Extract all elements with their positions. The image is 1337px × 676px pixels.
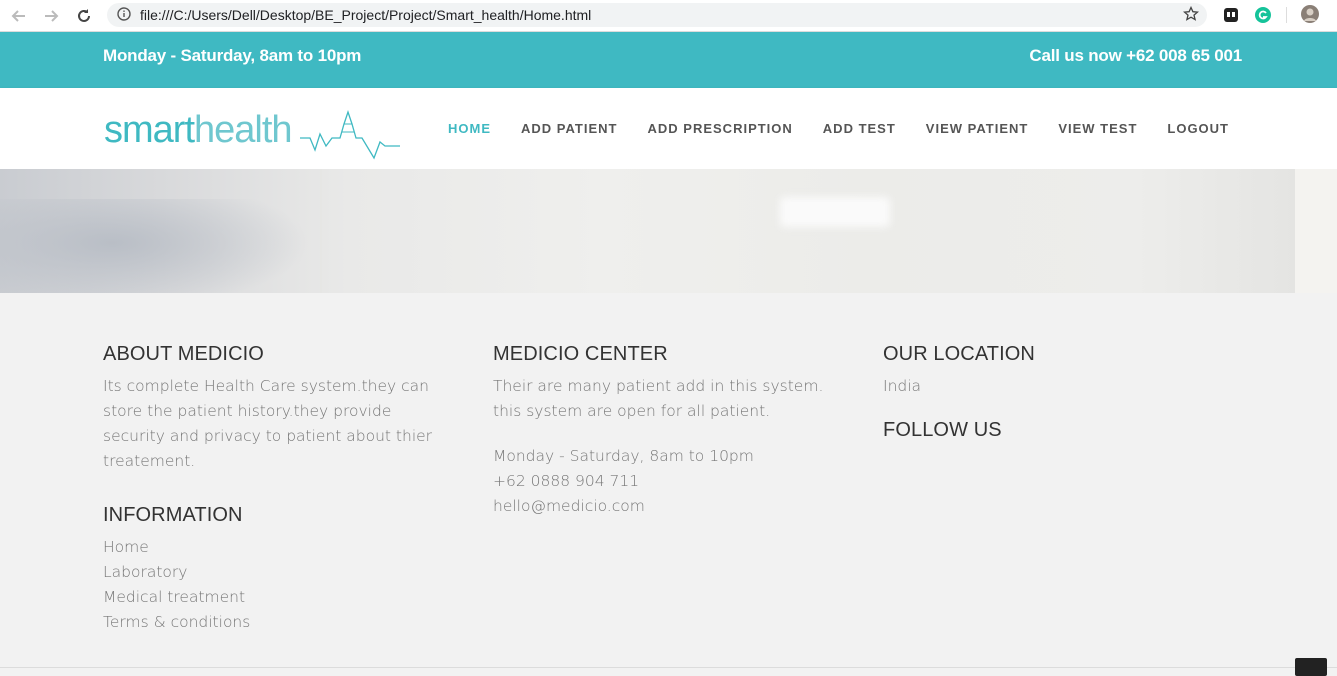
top-info-bar: Monday - Saturday, 8am to 10pm Call us n…: [0, 32, 1337, 88]
footer-link-home[interactable]: Home: [103, 538, 149, 556]
footer-about-column: ABOUT MEDICIO Its complete Health Care s…: [103, 343, 453, 635]
nav-view-patient[interactable]: VIEW PATIENT: [926, 121, 1029, 136]
profile-avatar[interactable]: [1300, 4, 1320, 24]
list-item: Terms & conditions: [103, 610, 453, 635]
nav-logout[interactable]: LOGOUT: [1167, 121, 1229, 136]
footer-location-column: OUR LOCATION India FOLLOW US: [883, 343, 1233, 450]
center-hours: Monday - Saturday, 8am to 10pm: [493, 447, 754, 465]
call-us-phone[interactable]: Call us now +62 008 65 001: [1029, 46, 1242, 66]
information-heading: INFORMATION: [103, 504, 243, 526]
logo-wordmark: smarthealth: [104, 109, 293, 151]
grammarly-icon[interactable]: [1254, 6, 1272, 24]
about-text: Its complete Health Care system.they can…: [103, 377, 433, 470]
smarthealth-logo[interactable]: smarthealth: [104, 108, 404, 168]
list-item: Laboratory: [103, 560, 453, 585]
info-icon[interactable]: [117, 7, 131, 26]
footer-link-medical-treatment[interactable]: Medical treatment: [103, 588, 245, 606]
url-text[interactable]: file:///C:/Users/Dell/Desktop/BE_Project…: [140, 7, 591, 23]
footer-link-terms[interactable]: Terms & conditions: [103, 613, 250, 631]
browser-toolbar: file:///C:/Users/Dell/Desktop/BE_Project…: [0, 0, 1337, 32]
center-phone[interactable]: +62 0888 904 711: [493, 469, 843, 494]
nav-view-test[interactable]: VIEW TEST: [1058, 121, 1137, 136]
extension-icon[interactable]: [1222, 6, 1240, 24]
footer-link-laboratory[interactable]: Laboratory: [103, 563, 187, 581]
about-heading: ABOUT MEDICIO: [103, 343, 264, 365]
location-heading: OUR LOCATION: [883, 343, 1035, 365]
list-item: Medical treatment: [103, 585, 453, 610]
nav-add-test[interactable]: ADD TEST: [823, 121, 896, 136]
information-links: Home Laboratory Medical treatment Terms …: [103, 535, 453, 635]
location-text: India: [883, 377, 922, 395]
back-to-top-button[interactable]: [1295, 658, 1327, 676]
center-email[interactable]: hello@medicio.com: [493, 494, 843, 519]
footer-divider: [0, 667, 1337, 668]
center-text: Their are many patient add in this syste…: [493, 377, 824, 420]
main-navbar: smarthealth HOME ADD PATIENT ADD PRESCRI…: [0, 88, 1337, 169]
nav-home[interactable]: HOME: [448, 121, 491, 136]
star-icon[interactable]: [1182, 5, 1200, 27]
heartbeat-tower-icon: [300, 109, 400, 160]
opening-hours: Monday - Saturday, 8am to 10pm: [103, 46, 362, 65]
reload-icon[interactable]: [73, 5, 95, 27]
main-menu: HOME ADD PATIENT ADD PRESCRIPTION ADD TE…: [418, 121, 1229, 136]
footer-center-column: MEDICIO CENTER Their are many patient ad…: [493, 343, 843, 519]
address-bar[interactable]: file:///C:/Users/Dell/Desktop/BE_Project…: [107, 3, 1207, 27]
list-item: Home: [103, 535, 453, 560]
toolbar-divider: [1286, 7, 1287, 23]
forward-icon[interactable]: [40, 5, 62, 27]
follow-us-heading: FOLLOW US: [883, 419, 1002, 441]
nav-add-prescription[interactable]: ADD PRESCRIPTION: [648, 121, 793, 136]
hero-banner-image: [0, 169, 1337, 293]
back-icon[interactable]: [8, 5, 30, 27]
center-heading: MEDICIO CENTER: [493, 343, 668, 365]
nav-add-patient[interactable]: ADD PATIENT: [521, 121, 617, 136]
